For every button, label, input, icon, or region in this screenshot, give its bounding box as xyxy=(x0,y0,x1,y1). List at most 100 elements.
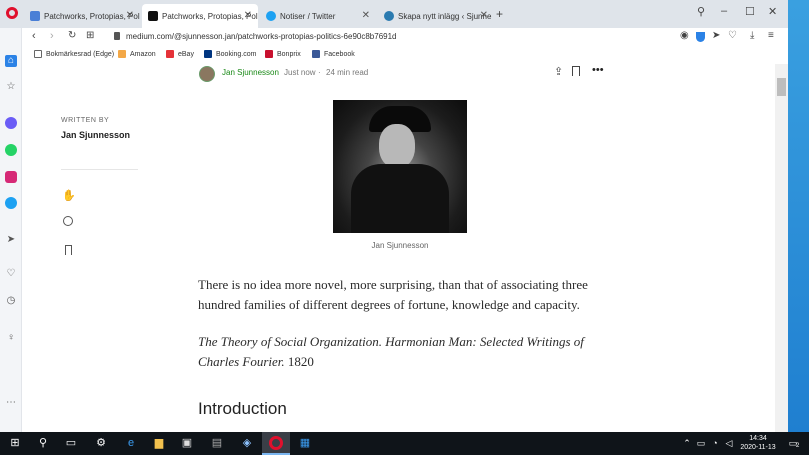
task-view-icon[interactable]: ▭ xyxy=(64,436,78,450)
avatar[interactable] xyxy=(199,66,215,82)
search-icon[interactable]: ⚲ xyxy=(697,5,705,18)
opera-icon xyxy=(269,436,283,450)
send-icon[interactable]: ➤ xyxy=(712,30,720,41)
twitter-icon[interactable] xyxy=(5,197,17,209)
history-icon[interactable]: ◷ xyxy=(5,295,17,307)
bonprix-icon xyxy=(265,50,273,58)
new-tab-icon[interactable]: + xyxy=(496,7,503,21)
desktop-background xyxy=(788,0,809,432)
section-heading: Introduction xyxy=(198,399,287,418)
speed-dial-icon[interactable]: ⊞ xyxy=(86,30,94,41)
notification-count: 2 xyxy=(796,443,800,449)
more-options-icon[interactable]: ••• xyxy=(592,64,604,76)
quote-paragraph: There is no idea more novel, more surpri… xyxy=(198,277,588,312)
tab-3[interactable]: Notiser / Twitter ✕ xyxy=(260,4,376,28)
clock[interactable]: 14:34 2020-11-13 xyxy=(738,434,778,452)
battery-icon[interactable]: ▭ xyxy=(694,436,708,450)
bookmark-facebook[interactable]: Facebook xyxy=(312,50,355,58)
windows-start-icon[interactable]: ⊞ xyxy=(8,436,22,450)
shield-icon[interactable] xyxy=(696,32,705,42)
author-link[interactable]: Jan Sjunnesson xyxy=(222,68,279,77)
url-field[interactable]: medium.com/@sjunnesson.jan/patchworks-pr… xyxy=(126,32,396,41)
close-window-icon[interactable]: ✕ xyxy=(768,5,777,18)
store-icon[interactable]: ▣ xyxy=(180,436,194,450)
face-shape xyxy=(379,124,415,168)
bookmark-booking[interactable]: Booking.com xyxy=(204,50,256,58)
separator: · xyxy=(318,68,321,77)
tab-4[interactable]: Skapa nytt inlägg ‹ Sjunne ✕ xyxy=(378,4,494,28)
share-icon[interactable]: ⇪ xyxy=(554,65,563,78)
home-icon[interactable]: ⌂ xyxy=(5,55,17,67)
bookmark-ebay[interactable]: eBay xyxy=(166,50,194,58)
tab-2[interactable]: Patchworks, Protopias, Poli ✕ xyxy=(142,4,258,28)
heart-icon[interactable]: ♡ xyxy=(5,268,17,280)
back-icon[interactable]: ‹ xyxy=(32,30,36,42)
app-icon[interactable]: ▦ xyxy=(298,436,312,450)
source-title: The Theory of Social Organization. Harmo… xyxy=(198,334,584,369)
clap-icon[interactable]: ✋ xyxy=(62,189,76,202)
tab-3-title: Notiser / Twitter xyxy=(280,11,336,21)
bulb-icon[interactable]: ♀ xyxy=(5,332,17,344)
coat-shape xyxy=(351,164,449,233)
chevron-up-icon[interactable]: ⌃ xyxy=(680,436,694,450)
tab-4-title: Skapa nytt inlägg ‹ Sjunne xyxy=(398,11,492,21)
send-icon[interactable]: ➤ xyxy=(5,234,17,246)
browser-window: Patchworks, Protopias, Poli ✕ Patchworks… xyxy=(0,0,788,432)
app-icon[interactable]: ◈ xyxy=(240,436,254,450)
instagram-icon[interactable] xyxy=(5,171,17,183)
heart-icon[interactable]: ♡ xyxy=(728,30,737,41)
clock-date: 2020-11-13 xyxy=(740,444,776,451)
minimize-icon[interactable]: – xyxy=(721,5,727,17)
bookmark-amazon[interactable]: Amazon xyxy=(118,50,156,58)
read-time: 24 min read xyxy=(326,68,369,77)
clock-time: 14:34 xyxy=(749,435,767,442)
post-time: Just now xyxy=(284,68,316,77)
bookmark-icon[interactable] xyxy=(572,66,580,76)
bookmark-folder[interactable]: Bokmärkesrad (Edge) xyxy=(34,50,114,58)
close-icon[interactable]: ✕ xyxy=(244,10,252,21)
opera-logo-icon[interactable] xyxy=(6,7,18,19)
scroll-thumb[interactable] xyxy=(777,78,786,96)
reload-icon[interactable]: ↻ xyxy=(68,30,76,41)
forward-icon[interactable]: › xyxy=(50,30,54,42)
network-icon[interactable]: ◔ xyxy=(708,436,722,450)
comment-icon[interactable] xyxy=(63,216,73,226)
messenger-icon[interactable] xyxy=(5,117,17,129)
close-icon[interactable]: ✕ xyxy=(480,10,488,21)
tab-bar: Patchworks, Protopias, Poli ✕ Patchworks… xyxy=(0,0,788,28)
close-icon[interactable]: ✕ xyxy=(362,10,370,21)
close-icon[interactable]: ✕ xyxy=(126,10,134,21)
star-icon[interactable]: ☆ xyxy=(5,81,17,93)
medium-icon xyxy=(148,11,158,21)
written-by-name[interactable]: Jan Sjunnesson xyxy=(61,130,130,140)
camera-icon[interactable]: ◉ xyxy=(680,30,689,41)
facebook-icon xyxy=(312,50,320,58)
download-icon[interactable]: ⤓ xyxy=(750,30,754,41)
twitter-icon xyxy=(266,11,276,21)
tab-1[interactable]: Patchworks, Protopias, Poli ✕ xyxy=(24,4,140,28)
bookmark-label: eBay xyxy=(178,50,194,58)
edge-icon[interactable]: e xyxy=(124,436,138,450)
wordpress-icon xyxy=(384,11,394,21)
divider xyxy=(61,169,138,170)
opera-taskbar-button[interactable] xyxy=(262,432,290,455)
folder-icon xyxy=(34,50,42,58)
app-icon[interactable]: ⚙ xyxy=(94,436,108,450)
maximize-icon[interactable]: ☐ xyxy=(745,5,755,18)
volume-icon[interactable]: ◁ xyxy=(722,436,736,450)
search-icon[interactable]: ⚲ xyxy=(36,436,50,450)
bookmark-bonprix[interactable]: Bonprix xyxy=(265,50,301,58)
bookmark-icon[interactable] xyxy=(65,245,72,255)
whatsapp-icon[interactable] xyxy=(5,144,17,156)
opera-sidebar: ⌂ ☆ ➤ ♡ ◷ ♀ ⋯ xyxy=(0,28,22,432)
lock-icon xyxy=(114,32,120,40)
app-icon[interactable]: ▤ xyxy=(210,436,224,450)
bookmark-label: Bokmärkesrad (Edge) xyxy=(46,50,115,58)
more-icon[interactable]: ⋯ xyxy=(5,397,17,409)
source-citation: The Theory of Social Organization. Harmo… xyxy=(198,332,608,372)
scrollbar[interactable] xyxy=(775,64,788,432)
menu-icon[interactable]: ≡ xyxy=(768,30,774,41)
booking-icon xyxy=(204,50,212,58)
file-explorer-icon[interactable]: ▆ xyxy=(152,436,166,450)
source-year: 1820 xyxy=(287,354,314,369)
